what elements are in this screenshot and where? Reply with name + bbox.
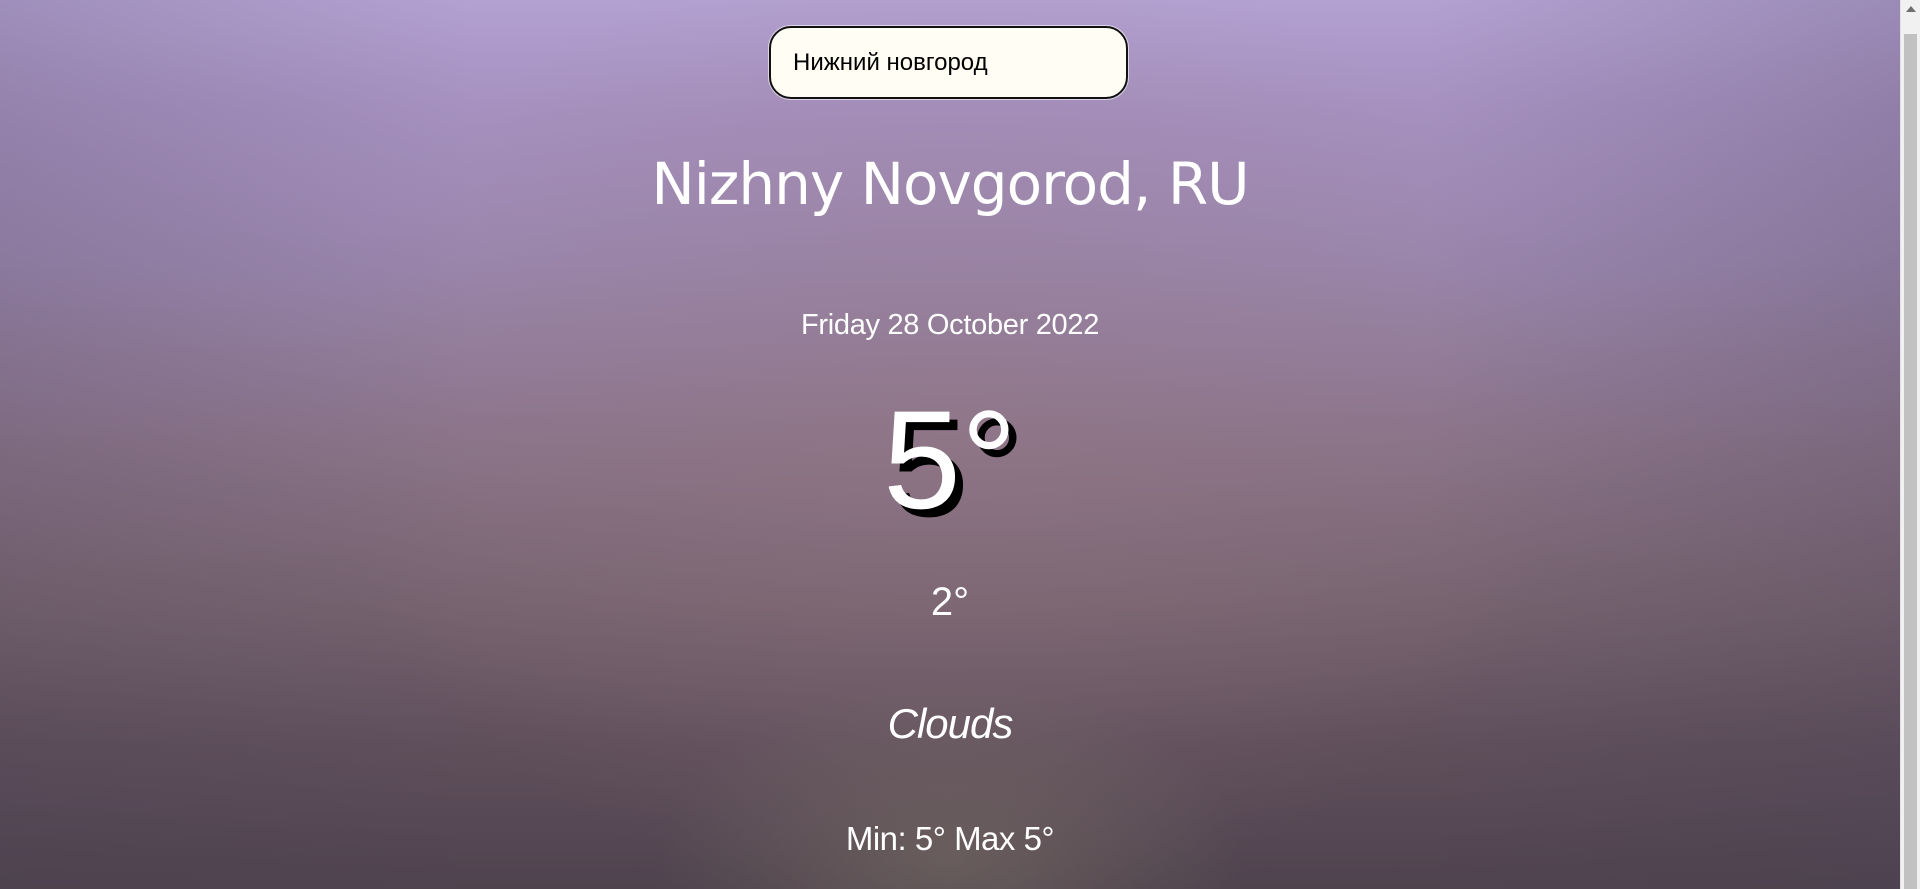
min-max-temperature: Min: 5° Max 5° [845,820,1055,857]
current-date: Friday 28 October 2022 [800,309,1100,341]
feels-like-temperature: 2° [930,580,970,624]
scrollbar-thumb[interactable] [1904,34,1917,889]
current-temperature: 5° [883,381,1017,538]
vertical-scrollbar[interactable] [1900,0,1920,889]
location-title: Nizhny Novgorod, RU [651,150,1249,218]
city-search-input[interactable] [769,26,1128,99]
weather-condition: Clouds [887,700,1014,747]
scroll-up-button[interactable] [1901,0,1920,18]
triangle-up-icon [1906,6,1916,12]
search-container [769,26,1128,99]
